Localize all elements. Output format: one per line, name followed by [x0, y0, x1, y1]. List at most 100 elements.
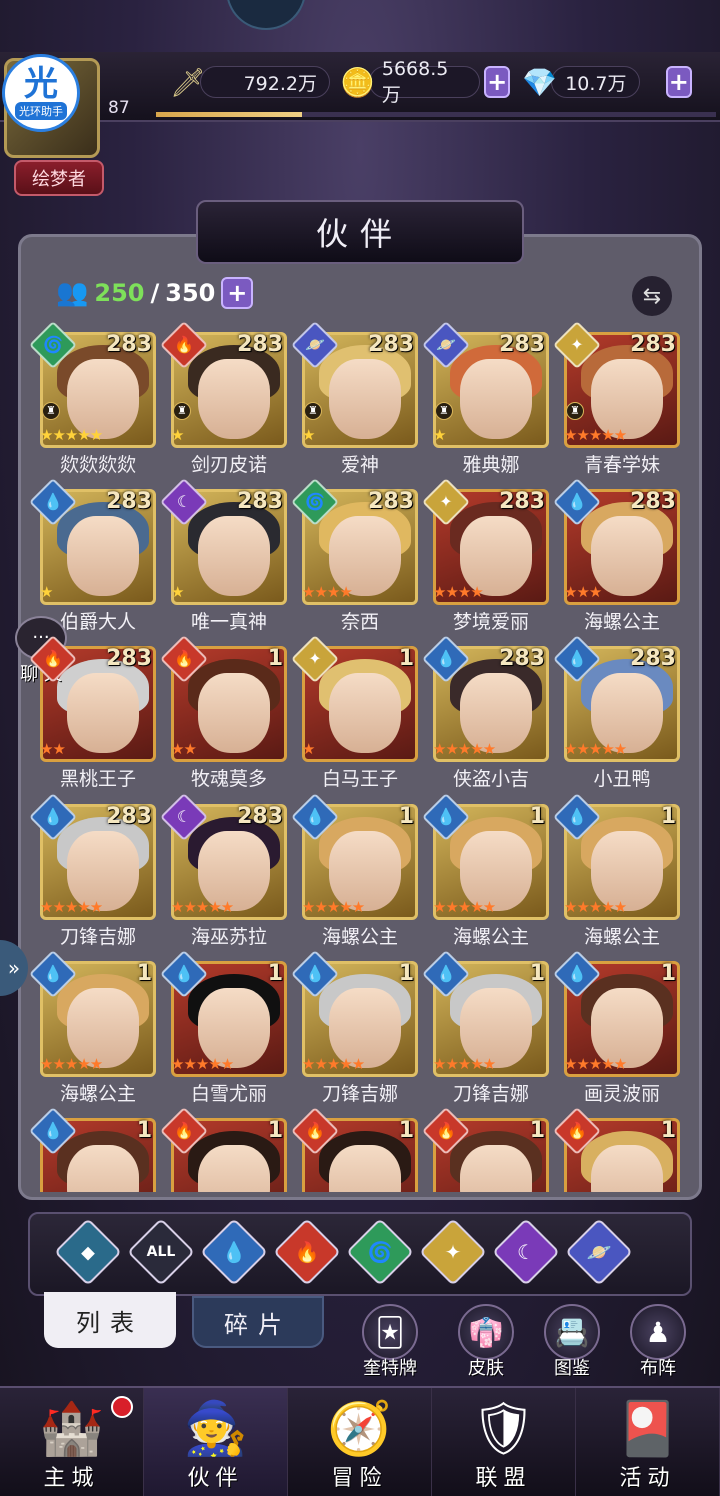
filter-glyph: ⬥	[81, 1240, 95, 1264]
player-title-badge[interactable]: 绘梦者	[14, 160, 104, 196]
sub-button-1[interactable]: 👘 皮肤	[450, 1304, 522, 1382]
nav-item-3[interactable]: 🛡 联盟	[432, 1388, 576, 1496]
partner-card[interactable]: 🔥 1	[421, 1106, 549, 1192]
castle-icon: 🏰	[39, 1399, 104, 1459]
swap-icon: ⇆	[642, 283, 662, 309]
element-glyph: 🔥	[305, 1121, 325, 1140]
partner-name: 刀锋吉娜	[321, 1083, 398, 1105]
star-rating: ★	[171, 426, 184, 444]
partner-card[interactable]: ✦ 283 ♜ ★★★★★ 青春学妹	[552, 320, 680, 478]
partner-card[interactable]: 💧 1 ★★★★★ 海螺公主	[28, 949, 156, 1107]
partner-card[interactable]: 🔥 283 ★★ 黑桃王子	[28, 634, 156, 792]
partner-card[interactable]: 💧 283 ★★★ 海螺公主	[552, 477, 680, 635]
partner-grid[interactable]: 🌀 283 ♜ ★★★★★ 欻欻欻欻 🔥 283 ♜ ★ 剑刃皮诺 🪐 283 ♜ ★ 爱神 🪐 283 ♜ ★ 雅典…	[28, 320, 692, 1192]
partner-card[interactable]: 💧 283 ★★★★★ 侠盗小吉	[421, 634, 549, 792]
star-rating: ★★★★★	[171, 1055, 234, 1073]
partner-card[interactable]: 🪐 283 ♜ ★ 爱神	[290, 320, 418, 478]
assistant-logo[interactable]: 光 光环助手	[2, 54, 80, 132]
partner-card[interactable]: ☾ 283 ★ 唯一真神	[159, 477, 287, 635]
partner-card[interactable]: 💧 1 ★★★★★ 海螺公主	[290, 792, 418, 950]
partner-card[interactable]: 🔥 283 ♜ ★ 剑刃皮诺	[159, 320, 287, 478]
partner-card[interactable]: 💧 1	[28, 1106, 156, 1192]
cards-icon: 🎴	[615, 1399, 680, 1459]
partner-card[interactable]: 💧 1 ★★★★★ 刀锋吉娜	[421, 949, 549, 1107]
filter-dark-icon[interactable]: ☾	[492, 1218, 560, 1286]
partner-card[interactable]: 💧 1 ★★★★★ 海螺公主	[552, 792, 680, 950]
partner-card[interactable]: 💧 1 ★★★★★ 海螺公主	[421, 792, 549, 950]
tab-list[interactable]: 列表	[44, 1292, 176, 1348]
outfit-icon: 👘	[458, 1304, 514, 1360]
partner-card[interactable]: ☾ 283 ★★★★★ 海巫苏拉	[159, 792, 287, 950]
partner-card[interactable]: 🌀 283 ★★★★ 奈西	[290, 477, 418, 635]
partner-face	[460, 359, 532, 439]
partner-card[interactable]: 🔥 1	[552, 1106, 680, 1192]
add-gold-button[interactable]: +	[484, 66, 510, 98]
element-glyph: 🪐	[436, 335, 456, 354]
partner-level: 1	[529, 804, 545, 829]
notification-dot	[111, 1396, 133, 1418]
sub-button-2[interactable]: 📇 图鉴	[536, 1304, 608, 1382]
add-diamond-button[interactable]: +	[665, 66, 692, 98]
filter-fire-icon[interactable]: 🔥	[273, 1218, 341, 1286]
partner-card[interactable]: 💧 1 ★★★★★ 白雪尤丽	[159, 949, 287, 1107]
partner-card[interactable]: 🔥 1	[159, 1106, 287, 1192]
partner-face	[329, 673, 401, 753]
partner-name: 刀锋吉娜	[59, 926, 136, 948]
partner-level: 1	[136, 1118, 152, 1143]
sort-toggle-button[interactable]: ⇆	[632, 276, 672, 316]
partner-card[interactable]: 💧 1 ★★★★★ 画灵波丽	[552, 949, 680, 1107]
partner-card[interactable]: 💧 1 ★★★★★ 刀锋吉娜	[290, 949, 418, 1107]
partner-level: 283	[106, 332, 152, 357]
element-glyph: 💧	[43, 807, 63, 826]
nav-item-2[interactable]: 🧭 冒险	[288, 1388, 432, 1496]
top-event-icon[interactable]	[226, 0, 306, 30]
filter-void-icon[interactable]: 🪐	[565, 1218, 633, 1286]
nav-item-0[interactable]: 🏰 主城	[0, 1388, 144, 1496]
partner-name: 刀锋吉娜	[452, 1083, 529, 1105]
nav-label: 主城	[43, 1466, 100, 1491]
filter-glyph: ✦	[444, 1240, 462, 1264]
element-glyph: 🌀	[305, 492, 325, 511]
partner-level: 283	[106, 646, 152, 671]
partner-level: 283	[237, 489, 283, 514]
filter-default-icon[interactable]: ⬥	[54, 1218, 122, 1286]
rank-icon: ♜	[566, 402, 584, 420]
filter-all-icon[interactable]: ALL	[127, 1218, 195, 1286]
logo-char: 光	[24, 64, 58, 104]
filter-wind-icon[interactable]: 🌀	[346, 1218, 414, 1286]
sub-button-label: 皮肤	[468, 1358, 504, 1379]
nav-item-1[interactable]: 🧙 伙伴	[144, 1388, 288, 1496]
tab-fragments[interactable]: 碎片	[192, 1296, 324, 1348]
rank-icon: ♜	[304, 402, 322, 420]
element-glyph: ✦	[570, 335, 584, 354]
expand-capacity-button[interactable]: +	[221, 277, 254, 309]
element-glyph: 💧	[567, 492, 587, 511]
star-rating: ★★	[171, 740, 197, 758]
partner-card[interactable]: 🔥 1 ★★ 牧魂莫多	[159, 634, 287, 792]
element-glyph: 💧	[174, 964, 194, 983]
filter-light-icon[interactable]: ✦	[419, 1218, 487, 1286]
partner-card[interactable]: 💧 283 ★★★★★ 刀锋吉娜	[28, 792, 156, 950]
partner-card[interactable]: 💧 283 ★ 伯爵大人	[28, 477, 156, 635]
partner-card[interactable]: 🌀 283 ♜ ★★★★★ 欻欻欻欻	[28, 320, 156, 478]
star-rating: ★	[433, 426, 446, 444]
player-level: 87	[108, 98, 130, 118]
partner-level: 283	[630, 646, 676, 671]
sub-button-0[interactable]: 🃏 奎特牌	[354, 1304, 426, 1382]
partner-card[interactable]: 💧 283 ★★★★★ 小丑鸭	[552, 634, 680, 792]
filter-water-icon[interactable]: 💧	[200, 1218, 268, 1286]
partner-card[interactable]: 🔥 1	[290, 1106, 418, 1192]
sub-button-3[interactable]: ♟ 布阵	[622, 1304, 694, 1382]
partner-level: 1	[398, 1118, 414, 1143]
partner-card[interactable]: ✦ 283 ★★★★ 梦境爱丽	[421, 477, 549, 635]
partner-card[interactable]: ✦ 1 ★ 白马王子	[290, 634, 418, 792]
star-rating: ★★★★★	[564, 426, 627, 444]
element-glyph: 🔥	[43, 649, 63, 668]
star-rating: ★★★★	[433, 583, 484, 601]
partner-name: 白雪尤丽	[190, 1083, 267, 1105]
partner-face	[329, 359, 401, 439]
nav-item-4[interactable]: 🎴 活动	[576, 1388, 720, 1496]
game-screen: 光 光环助手 87 绘梦者 🗡 792.2万 🪙 5668.5万 + 💎 10.…	[0, 0, 720, 1496]
partner-card[interactable]: 🪐 283 ♜ ★ 雅典娜	[421, 320, 549, 478]
partner-level: 1	[660, 1118, 676, 1143]
